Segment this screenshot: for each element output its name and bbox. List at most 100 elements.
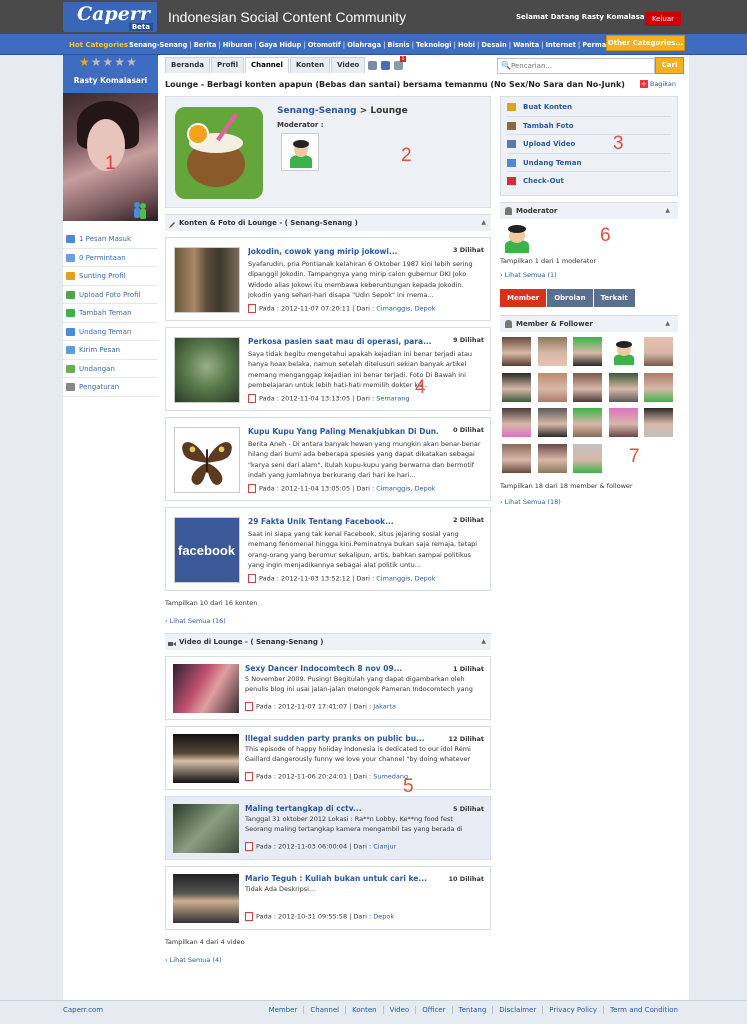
footer-link[interactable]: Tentang: [451, 1006, 493, 1014]
profile-menu-item[interactable]: Sunting Profil: [63, 267, 158, 286]
category-link[interactable]: Teknologi: [410, 41, 452, 49]
member-avatar[interactable]: [537, 408, 567, 437]
member-avatar[interactable]: [644, 372, 673, 402]
content-item[interactable]: Perkosa pasien saat mau di operasi, para…: [165, 327, 491, 411]
category-link[interactable]: Desain: [475, 41, 507, 49]
moderator-avatar-icon[interactable]: [502, 223, 532, 253]
content-title-link[interactable]: Kupu Kupu Yang Paling Menakjubkan Di Dun…: [248, 427, 438, 436]
members-see-all-link[interactable]: › Lihat Semua (18): [500, 498, 678, 506]
category-link[interactable]: Wanita: [507, 41, 539, 49]
logout-button[interactable]: Keluar: [645, 12, 681, 26]
item-location-link[interactable]: Cianjur: [373, 843, 396, 851]
footer-link[interactable]: Video: [382, 1006, 416, 1014]
member-avatar[interactable]: [537, 443, 567, 473]
category-link[interactable]: Internet: [539, 41, 576, 49]
video-thumbnail[interactable]: [173, 734, 239, 783]
video-item[interactable]: Illegal sudden party pranks on public bu…: [165, 726, 491, 790]
member-tab-obrolan[interactable]: Obrolan: [547, 289, 593, 307]
footer-site-link[interactable]: Caperr.com: [63, 1006, 103, 1014]
member-avatar[interactable]: [502, 408, 531, 437]
item-location-link[interactable]: Jakarta: [373, 703, 396, 711]
collapse-icon[interactable]: ▲: [665, 316, 670, 332]
collapse-icon[interactable]: ▲: [481, 215, 486, 231]
video-see-all-link[interactable]: › Lihat Semua (4): [165, 956, 491, 964]
member-avatar[interactable]: [573, 443, 602, 473]
video-title-link[interactable]: Sexy Dancer Indocomtech 8 nov 09...: [245, 664, 435, 673]
member-avatar[interactable]: [502, 337, 531, 366]
member-avatar[interactable]: [502, 372, 531, 402]
footer-link[interactable]: Privacy Policy: [542, 1006, 603, 1014]
content-thumbnail[interactable]: [174, 247, 240, 313]
share-button[interactable]: + Bagikan: [639, 80, 676, 88]
action-check-out[interactable]: Check-Out: [507, 172, 671, 191]
profile-menu-item[interactable]: Pengaturan: [63, 378, 158, 397]
item-location-link[interactable]: Semarang: [376, 395, 409, 403]
item-location-link[interactable]: Cimanggis, Depok: [376, 305, 435, 313]
member-avatar[interactable]: [608, 372, 638, 402]
category-link[interactable]: Bisnis: [381, 41, 410, 49]
profile-menu-item[interactable]: 0 Permintaan: [63, 249, 158, 267]
video-thumbnail[interactable]: [173, 804, 239, 853]
action-undang-teman[interactable]: Undang Teman: [507, 154, 671, 172]
footer-link[interactable]: Channel: [303, 1006, 346, 1014]
content-thumbnail[interactable]: facebook: [174, 517, 240, 583]
member-avatar[interactable]: [502, 443, 531, 473]
video-item[interactable]: Sexy Dancer Indocomtech 8 nov 09... 1 Dil…: [165, 656, 491, 720]
category-link[interactable]: Otomotif: [301, 41, 340, 49]
tab-beranda[interactable]: Beranda: [165, 57, 210, 73]
action-buat-konten[interactable]: Buat Konten: [507, 98, 671, 117]
video-item[interactable]: Mario Teguh : Kuliah bukan untuk cari ke…: [165, 866, 491, 930]
content-thumbnail[interactable]: [174, 337, 240, 403]
footer-link[interactable]: Disclaimer: [492, 1006, 543, 1014]
moderator-thumbnail[interactable]: [281, 133, 319, 171]
search-input[interactable]: [511, 60, 651, 72]
search-button[interactable]: Cari: [655, 57, 684, 74]
member-avatar[interactable]: [537, 372, 567, 402]
member-avatar[interactable]: [537, 337, 567, 366]
profile-menu-item[interactable]: 1 Pesan Masuk: [63, 230, 158, 249]
category-link[interactable]: Senang-Senang: [129, 41, 187, 49]
home-settings-icon[interactable]: [368, 61, 378, 70]
moderator-see-all-link[interactable]: › Lihat Semua (1): [500, 271, 678, 279]
other-categories-button[interactable]: Other Categories...: [606, 35, 685, 51]
tab-konten[interactable]: Konten: [289, 57, 331, 73]
member-avatar[interactable]: [608, 337, 638, 366]
video-thumbnail[interactable]: [173, 874, 239, 923]
channel-category-link[interactable]: Senang-Senang: [277, 106, 357, 116]
video-title-link[interactable]: Maling tertangkap di cctv...: [245, 804, 435, 813]
video-thumbnail[interactable]: [173, 664, 239, 713]
item-location-link[interactable]: Cimanggis, Depok: [376, 485, 435, 493]
member-avatar[interactable]: [644, 408, 673, 437]
category-link[interactable]: Hobi: [452, 41, 475, 49]
content-title-link[interactable]: 29 Fakta Unik Tentang Facebook...: [248, 517, 438, 526]
profile-menu-item[interactable]: Upload Foto Profil: [63, 286, 158, 304]
profile-name[interactable]: Rasty Komalasari: [63, 76, 158, 85]
content-item[interactable]: facebook 29 Fakta Unik Tentang Facebook..…: [165, 507, 491, 591]
content-thumbnail[interactable]: [174, 427, 240, 493]
profile-menu-item[interactable]: Undangan: [63, 360, 158, 378]
member-avatar[interactable]: [573, 408, 602, 437]
category-link[interactable]: Olahraga: [341, 41, 381, 49]
video-item[interactable]: Maling tertangkap di cctv... 5 Dilihat Tan…: [165, 796, 491, 860]
video-title-link[interactable]: Illegal sudden party pranks on public bu…: [245, 734, 435, 743]
footer-link[interactable]: Term and Condition: [603, 1006, 684, 1014]
tab-channel[interactable]: Channel: [244, 57, 289, 73]
member-tab-member[interactable]: Member: [500, 289, 547, 307]
action-tambah-foto[interactable]: Tambah Foto: [507, 117, 671, 135]
profile-menu-item[interactable]: Tambah Teman: [63, 304, 158, 323]
collapse-icon[interactable]: ▲: [665, 203, 670, 219]
member-avatar[interactable]: [644, 337, 673, 366]
footer-link[interactable]: Konten: [345, 1006, 383, 1014]
category-link[interactable]: Berita: [187, 41, 216, 49]
category-link[interactable]: Hiburan: [216, 41, 252, 49]
member-avatar[interactable]: [608, 408, 638, 437]
member-tab-terkait[interactable]: Terkait: [593, 289, 635, 307]
item-location-link[interactable]: Depok: [373, 913, 394, 921]
footer-link[interactable]: Officer: [415, 1006, 452, 1014]
footer-link[interactable]: Member: [263, 1006, 304, 1014]
content-item[interactable]: Jokodin, cowok yang mirip jokowi... 3 Dil…: [165, 237, 491, 321]
content-title-link[interactable]: Perkosa pasien saat mau di operasi, para…: [248, 337, 438, 346]
friends-icon[interactable]: [381, 61, 391, 70]
notification-icon[interactable]: 1: [394, 56, 406, 70]
member-avatar[interactable]: [573, 372, 602, 402]
